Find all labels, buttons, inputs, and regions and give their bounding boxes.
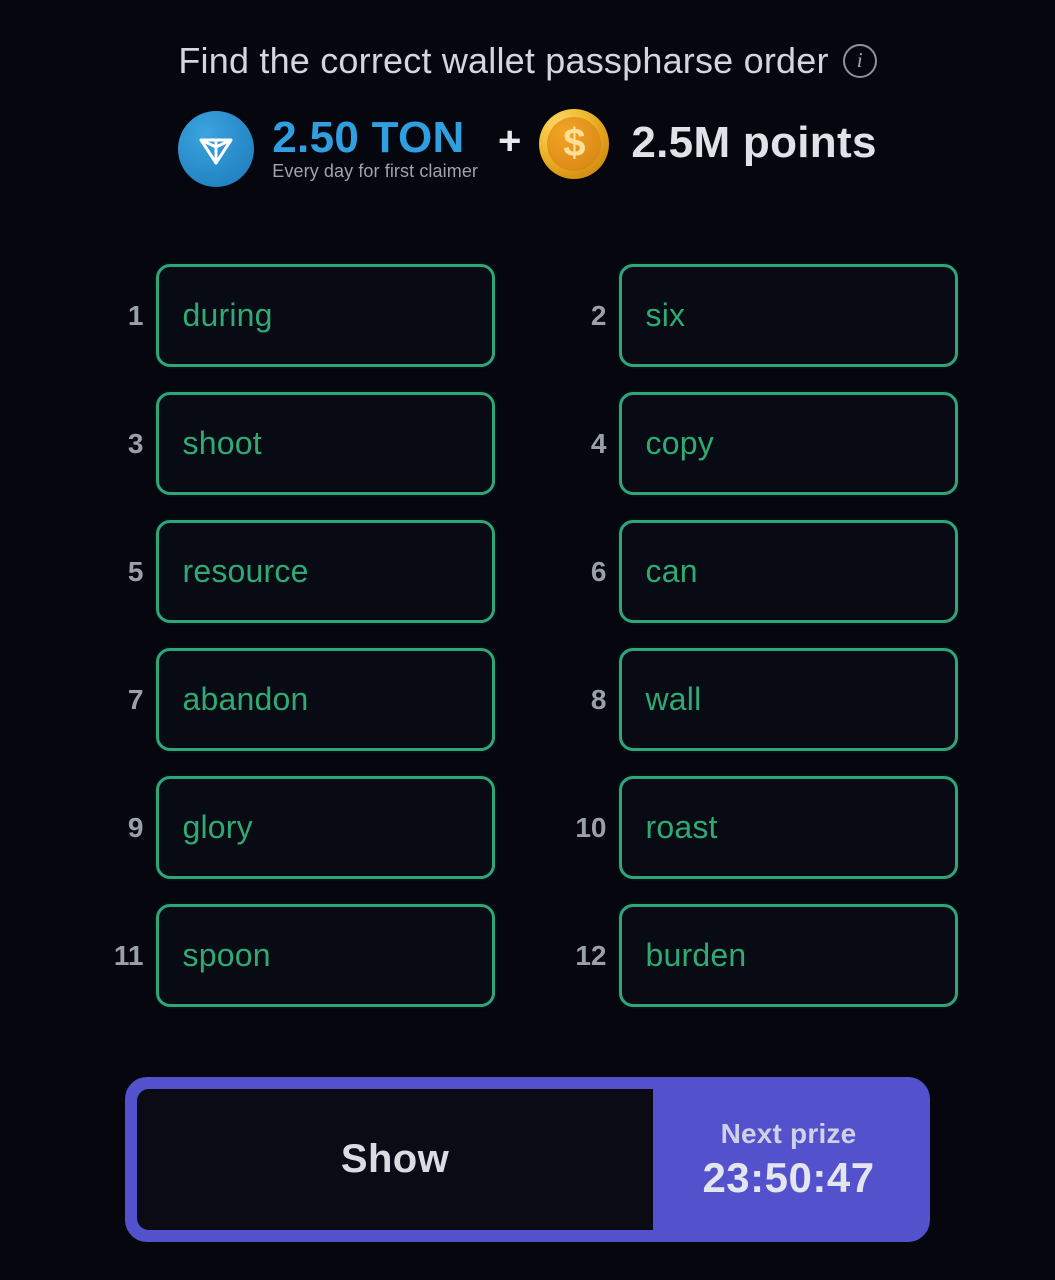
word-label: resource	[182, 553, 309, 589]
page-title: Find the correct wallet passpharse order	[178, 40, 829, 81]
grid-cell: 10 roast	[561, 776, 958, 879]
show-button[interactable]: Show	[137, 1089, 653, 1230]
word-grid: 1 during 2 six 3 shoot 4 copy 5 resource…	[98, 264, 958, 1007]
word-box[interactable]: during	[155, 264, 495, 367]
next-prize-label: Next prize	[720, 1117, 857, 1149]
grid-cell: 4 copy	[561, 392, 958, 495]
word-index: 3	[127, 427, 144, 459]
word-index: 4	[590, 427, 607, 459]
grid-cell: 11 spoon	[98, 904, 495, 1007]
show-button-label: Show	[340, 1137, 450, 1181]
word-label: can	[645, 553, 698, 589]
coin-dollar-glyph: $	[547, 117, 602, 171]
bottom-action-bar: Show Next prize 23:50:47	[125, 1077, 930, 1242]
grid-cell: 1 during	[98, 264, 495, 367]
prize-banner: 2.50 TON Every day for first claimer + $…	[0, 106, 1055, 192]
word-label: abandon	[182, 681, 309, 717]
word-index: 12	[575, 939, 607, 971]
coin-icon: $	[539, 109, 610, 179]
word-label: six	[645, 297, 686, 333]
word-label: spoon	[182, 937, 271, 973]
word-index: 11	[113, 939, 144, 971]
word-label: wall	[645, 681, 702, 717]
word-box[interactable]: resource	[155, 520, 495, 623]
ton-amount: 2.50 TON	[272, 112, 465, 162]
word-label: copy	[645, 425, 714, 461]
ton-prize-block: 2.50 TON Every day for first claimer	[272, 112, 479, 183]
word-index: 5	[127, 555, 144, 587]
grid-cell: 9 glory	[98, 776, 495, 879]
word-index: 10	[575, 811, 607, 843]
passphrase-game-screen: Find the correct wallet passpharse order…	[0, 0, 1055, 1280]
word-box[interactable]: six	[618, 264, 958, 367]
word-label: burden	[645, 937, 747, 973]
word-box[interactable]: abandon	[155, 648, 495, 751]
grid-cell: 5 resource	[98, 520, 495, 623]
word-box[interactable]: shoot	[155, 392, 495, 495]
word-index: 1	[127, 299, 144, 331]
word-box[interactable]: roast	[618, 776, 958, 879]
word-index: 9	[127, 811, 144, 843]
info-icon[interactable]: i	[842, 44, 877, 78]
word-box[interactable]: wall	[618, 648, 958, 751]
ton-note: Every day for first claimer	[272, 161, 479, 182]
word-box[interactable]: burden	[618, 904, 958, 1007]
word-box[interactable]: copy	[618, 392, 958, 495]
grid-cell: 2 six	[561, 264, 958, 367]
points-amount: 2.5M points	[631, 118, 877, 167]
info-glyph: i	[856, 48, 863, 72]
word-box[interactable]: spoon	[155, 904, 495, 1007]
header: Find the correct wallet passpharse order…	[0, 40, 1055, 82]
word-index: 8	[590, 683, 607, 715]
word-label: roast	[645, 809, 718, 845]
word-box[interactable]: glory	[155, 776, 495, 879]
plus-sign: +	[498, 118, 522, 163]
grid-cell: 8 wall	[561, 648, 958, 751]
word-box[interactable]: can	[618, 520, 958, 623]
word-label: during	[182, 297, 273, 333]
grid-cell: 7 abandon	[98, 648, 495, 751]
word-label: glory	[182, 809, 253, 845]
ton-logo-icon	[178, 111, 255, 187]
word-index: 6	[590, 555, 607, 587]
grid-cell: 3 shoot	[98, 392, 495, 495]
grid-cell: 12 burden	[561, 904, 958, 1007]
word-label: shoot	[182, 425, 262, 461]
word-index: 2	[590, 299, 607, 331]
word-index: 7	[127, 683, 144, 715]
grid-cell: 6 can	[561, 520, 958, 623]
next-prize-timer: Next prize 23:50:47	[653, 1077, 930, 1242]
next-prize-countdown: 23:50:47	[702, 1153, 875, 1201]
